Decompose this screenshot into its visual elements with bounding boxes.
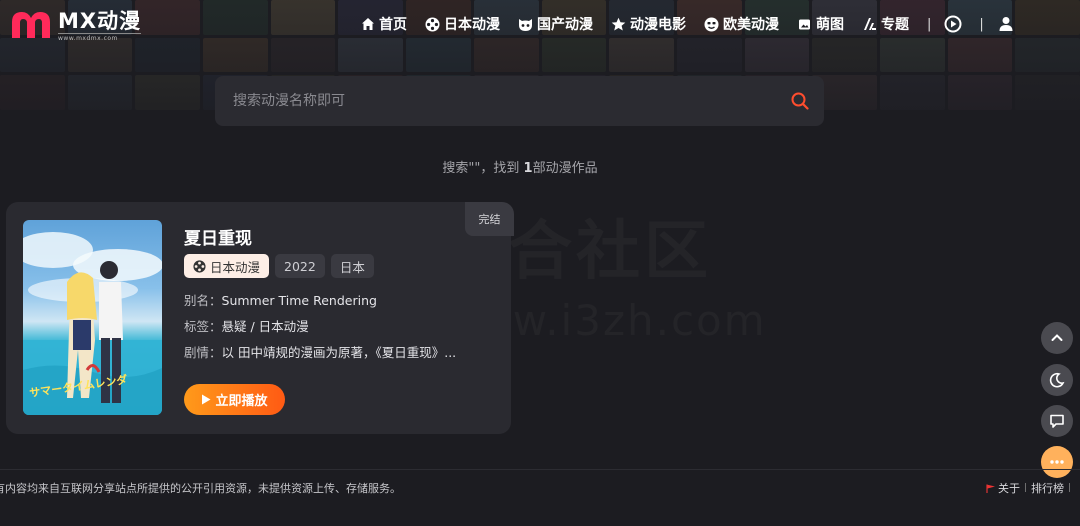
footer-separator: | (1024, 483, 1028, 493)
play-history-icon[interactable] (943, 14, 963, 34)
chevron-up-icon (1051, 334, 1063, 341)
plot-row: 剧情：以 田中靖规的漫画为原著，《夏日重现》... (184, 342, 456, 361)
search-bar (215, 76, 824, 126)
nav-item-topics[interactable]: 专题 (862, 14, 909, 34)
anime-poster[interactable]: サマータイムレンダ (23, 220, 162, 415)
nav-separator: | (979, 16, 984, 32)
logo-mark-icon (8, 8, 54, 42)
footer-links: 关于 | 排行榜 | (986, 480, 1075, 496)
plot-value: 以 田中靖规的漫画为原著，《夏日重现》... (221, 345, 457, 360)
plot-label: 剧情： (184, 345, 222, 360)
footer-link-ranking[interactable]: 排行榜 (1031, 480, 1064, 496)
moon-icon (1049, 372, 1065, 388)
tags-label: 标签： (184, 319, 222, 334)
topic-icon (862, 17, 877, 32)
film-reel-icon (193, 259, 206, 273)
search-input[interactable] (215, 76, 776, 126)
mask-icon (518, 17, 533, 32)
play-label: 立即播放 (215, 394, 268, 409)
nav-item-western-anime[interactable]: 欧美动漫 (704, 14, 779, 34)
nav-separator: | (927, 16, 932, 32)
brand-title: MX动漫 (58, 8, 142, 33)
user-icon[interactable] (996, 14, 1016, 34)
nav-item-anime-movie[interactable]: 动漫电影 (611, 14, 686, 34)
site-header: MX动漫 www.mxdmx.com 首页 日本动漫 国产动漫 动漫电影 欧美动… (0, 0, 1080, 52)
alias-label: 别名： (184, 293, 222, 308)
smile-icon (704, 17, 719, 32)
year-chip[interactable]: 2022 (275, 254, 325, 278)
search-result-summary: 搜索""，找到 1部动漫作品 (0, 157, 1040, 176)
search-button[interactable] (776, 76, 824, 126)
footer-separator: | (1068, 483, 1072, 493)
nav-label: 日本动漫 (444, 17, 500, 33)
alias-value: Summer Time Rendering (221, 293, 377, 308)
footer-divider (0, 469, 1080, 470)
result-prefix: 搜索""，找到 (442, 161, 520, 176)
nav-label: 首页 (379, 17, 407, 33)
search-icon (791, 92, 809, 110)
brand-url: www.mxdmx.com (58, 32, 142, 42)
star-icon (611, 17, 626, 32)
nav-item-japanese-anime[interactable]: 日本动漫 (425, 14, 500, 34)
chip-label: 日本动漫 (210, 259, 261, 275)
anime-title[interactable]: 夏日重现 (184, 224, 252, 249)
nav-item-chinese-anime[interactable]: 国产动漫 (518, 14, 593, 34)
tags-value: 悬疑 / 日本动漫 (221, 319, 309, 334)
status-badge: 完结 (465, 202, 514, 236)
nav-label: 国产动漫 (537, 17, 593, 33)
nav-label: 欧美动漫 (723, 17, 779, 33)
nav-item-home[interactable]: 首页 (360, 14, 407, 34)
nav-label: 萌图 (816, 17, 844, 33)
nav-label: 动漫电影 (630, 17, 686, 33)
back-to-top-button[interactable] (1041, 322, 1073, 354)
chat-icon (1050, 414, 1064, 428)
alias-row: 别名：Summer Time Rendering (184, 290, 377, 309)
main-nav: 首页 日本动漫 国产动漫 动漫电影 欧美动漫 萌图 专题 | | (360, 14, 1032, 34)
play-icon (201, 394, 211, 405)
image-icon (797, 17, 812, 32)
anime-chips: 日本动漫 2022 日本 (184, 254, 380, 278)
result-count: 1 (523, 161, 533, 176)
more-options-button[interactable] (1041, 446, 1073, 478)
flag-icon (986, 484, 996, 493)
dark-mode-toggle[interactable] (1041, 364, 1073, 396)
result-suffix: 部动漫作品 (532, 161, 598, 176)
nav-label: 专题 (881, 17, 909, 33)
more-dots-icon (1050, 460, 1064, 464)
anime-result-card[interactable]: サマータイムレンダ 完结 夏日重现 日本动漫 2022 日本 别名：Summer… (6, 202, 514, 434)
film-reel-icon (425, 17, 440, 32)
feedback-button[interactable] (1041, 405, 1073, 437)
footer-link-about[interactable]: 关于 (998, 480, 1020, 496)
home-icon (360, 17, 375, 32)
footer-disclaimer: 有内容均来自互联网分享站点所提供的公开引用资源，未提供资源上传、存储服务。 (0, 482, 401, 495)
tags-row: 标签：悬疑 / 日本动漫 (184, 316, 309, 335)
category-chip[interactable]: 日本动漫 (184, 254, 270, 278)
site-logo[interactable]: MX动漫 www.mxdmx.com (8, 8, 142, 42)
nav-item-cute-images[interactable]: 萌图 (797, 14, 844, 34)
region-chip[interactable]: 日本 (330, 254, 374, 278)
play-now-button[interactable]: 立即播放 (184, 384, 285, 415)
